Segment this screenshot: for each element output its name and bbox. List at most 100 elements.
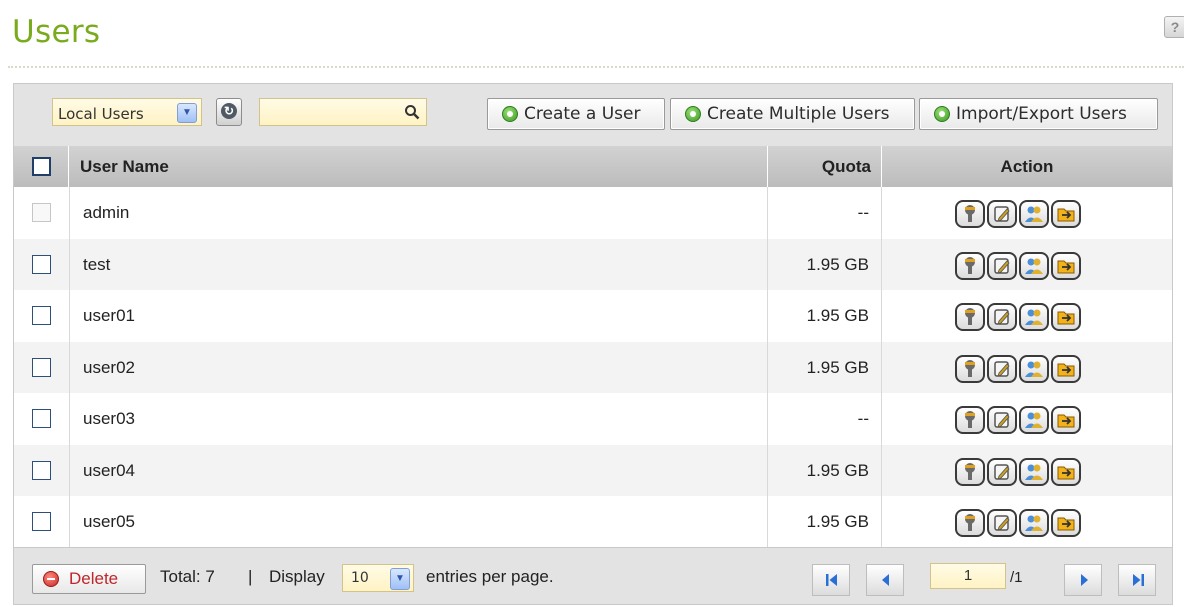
select-all-checkbox[interactable] — [32, 157, 51, 176]
table-row[interactable]: user05 1.95 GB — [14, 496, 1172, 548]
column-header-user-name[interactable]: User Name — [69, 146, 768, 187]
row-checkbox[interactable] — [32, 512, 51, 531]
edit-profile-button[interactable] — [987, 457, 1017, 486]
row-checkbox — [32, 203, 51, 222]
user-name-cell: user02 — [69, 341, 768, 393]
next-page-button[interactable] — [1064, 564, 1102, 596]
table-row[interactable]: user02 1.95 GB — [14, 341, 1172, 394]
edit-folder-permission-button[interactable] — [1051, 354, 1081, 383]
chevron-down-icon[interactable]: ▼ — [390, 568, 410, 590]
password-key-icon — [965, 411, 975, 428]
user-group-button[interactable] — [1019, 457, 1049, 486]
create-multiple-users-button[interactable]: Create Multiple Users — [670, 98, 915, 130]
password-key-button[interactable] — [955, 303, 985, 331]
display-label: Display — [269, 567, 325, 586]
edit-profile-button[interactable] — [987, 303, 1017, 331]
page-number-input[interactable]: 1 — [930, 563, 1006, 589]
table-row[interactable]: user03 -- — [14, 393, 1172, 445]
chevron-down-icon[interactable]: ▼ — [177, 103, 197, 123]
user-group-icon — [1025, 412, 1043, 428]
help-icon[interactable]: ? — [1164, 16, 1184, 38]
edit-profile-icon — [994, 206, 1010, 222]
password-key-button[interactable] — [955, 406, 985, 434]
user-group-button[interactable] — [1019, 406, 1049, 434]
edit-folder-permission-button[interactable] — [1051, 200, 1081, 228]
password-key-button[interactable] — [955, 251, 985, 280]
edit-profile-button[interactable] — [987, 200, 1017, 228]
action-cell — [882, 342, 1172, 394]
page-size-select[interactable]: 10 ▼ — [342, 564, 414, 592]
edit-profile-button[interactable] — [987, 406, 1017, 434]
create-user-button[interactable]: Create a User — [487, 98, 665, 130]
create-multiple-users-label: Create Multiple Users — [707, 104, 890, 124]
page-size-value: 10 — [351, 570, 369, 586]
row-checkbox[interactable] — [32, 460, 51, 480]
total-label: Total: 7 — [160, 566, 215, 588]
edit-folder-permission-button[interactable] — [1051, 406, 1081, 434]
edit-profile-button[interactable] — [987, 354, 1017, 383]
edit-folder-permission-icon — [1057, 311, 1075, 325]
edit-folder-permission-button[interactable] — [1051, 457, 1081, 486]
users-panel: Local Users ▼ ↻ Create a User Create Mul… — [13, 83, 1173, 605]
search-icon[interactable] — [404, 104, 420, 120]
user-type-select[interactable]: Local Users ▼ — [52, 98, 202, 126]
table-row[interactable]: admin -- — [14, 187, 1172, 239]
action-cell — [882, 187, 1172, 239]
row-checkbox[interactable] — [32, 306, 51, 325]
row-checkbox[interactable] — [32, 357, 51, 377]
user-group-icon — [1025, 206, 1043, 222]
refresh-button[interactable]: ↻ — [216, 98, 242, 126]
column-header-quota[interactable]: Quota — [768, 146, 882, 187]
quota-cell: 1.95 GB — [768, 444, 882, 496]
edit-profile-button[interactable] — [987, 251, 1017, 280]
row-checkbox[interactable] — [32, 409, 51, 428]
total-count: 7 — [205, 567, 215, 586]
last-page-icon — [1133, 574, 1144, 586]
first-page-icon — [826, 574, 837, 586]
action-cell — [882, 496, 1172, 548]
edit-profile-button[interactable] — [987, 509, 1017, 537]
table-header: User Name Quota Action — [14, 146, 1172, 187]
import-export-users-label: Import/Export Users — [956, 104, 1127, 124]
edit-folder-permission-icon — [1057, 466, 1075, 479]
quota-cell: -- — [768, 187, 882, 239]
user-group-icon — [1025, 258, 1043, 274]
password-key-button[interactable] — [955, 200, 985, 228]
edit-folder-permission-button[interactable] — [1051, 303, 1081, 331]
action-cell — [882, 445, 1172, 497]
previous-page-button[interactable] — [866, 564, 904, 596]
column-header-action: Action — [1000, 157, 1054, 176]
password-key-button[interactable] — [955, 457, 985, 486]
last-page-button[interactable] — [1118, 564, 1156, 596]
user-group-button[interactable] — [1019, 251, 1049, 280]
user-group-button[interactable] — [1019, 200, 1049, 228]
row-checkbox[interactable] — [32, 254, 51, 274]
user-group-button[interactable] — [1019, 303, 1049, 331]
user-group-button[interactable] — [1019, 354, 1049, 383]
edit-folder-permission-button[interactable] — [1051, 251, 1081, 280]
first-page-button[interactable] — [812, 564, 850, 596]
edit-folder-permission-button[interactable] — [1051, 509, 1081, 537]
delete-button[interactable]: Delete — [32, 564, 146, 594]
user-name-cell: user01 — [69, 290, 768, 342]
password-key-button[interactable] — [955, 509, 985, 537]
password-key-button[interactable] — [955, 354, 985, 383]
table-row[interactable]: test 1.95 GB — [14, 238, 1172, 290]
quota-cell: 1.95 GB — [768, 290, 882, 342]
edit-profile-icon — [994, 360, 1010, 377]
user-name-cell: user04 — [69, 444, 768, 496]
total-label-text: Total: — [160, 567, 201, 586]
quota-cell: -- — [768, 393, 882, 445]
search-input[interactable] — [262, 101, 401, 125]
table-footer: Delete Total: 7 | Display 10 ▼ entries p… — [14, 547, 1172, 604]
refresh-icon: ↻ — [221, 103, 237, 119]
previous-page-icon — [882, 574, 889, 586]
user-group-button[interactable] — [1019, 509, 1049, 537]
edit-profile-icon — [994, 257, 1010, 274]
table-row[interactable]: user01 1.95 GB — [14, 290, 1172, 342]
next-page-icon — [1081, 574, 1088, 586]
table-row[interactable]: user04 1.95 GB — [14, 444, 1172, 497]
header-select-cell — [14, 146, 69, 187]
import-export-users-button[interactable]: Import/Export Users — [919, 98, 1158, 130]
user-group-icon — [1025, 464, 1043, 480]
